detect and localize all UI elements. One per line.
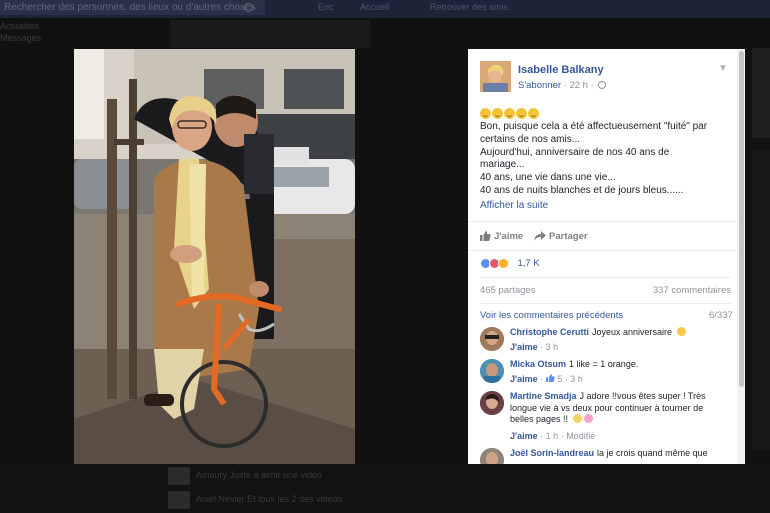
background-right-column bbox=[752, 150, 770, 450]
commenter-avatar[interactable] bbox=[480, 448, 504, 464]
background-feed-row: Aniel Nevier Et tous les 2 des videos bbox=[168, 489, 342, 509]
commenter-avatar[interactable] bbox=[480, 359, 504, 383]
comment-like-count[interactable]: 5 bbox=[557, 374, 562, 384]
divider bbox=[480, 277, 731, 278]
comment-body: Micka Otsum 1 like = 1 orange. bbox=[510, 359, 725, 371]
globe-icon bbox=[598, 81, 607, 89]
previous-comments-link[interactable]: Voir les commentaires précédents bbox=[480, 310, 623, 321]
post-meta: S'abonner · 22 h · bbox=[518, 80, 607, 91]
background-nav-friends: Retrouver des amis bbox=[430, 2, 509, 12]
background-left-menu: Actualités Messages bbox=[0, 20, 75, 44]
comment-item: Martine Smadja J adore !!vous êtes super … bbox=[480, 391, 731, 443]
commenter-name[interactable]: Micka Otsum bbox=[510, 359, 566, 369]
author-avatar[interactable] bbox=[480, 61, 511, 92]
like-button[interactable]: J'aime bbox=[480, 231, 523, 242]
post-body-line: 40 ans de nuits blanches et de jours ble… bbox=[480, 184, 684, 196]
comment-body: Martine Smadja J adore !!vous êtes super … bbox=[510, 391, 725, 426]
smiley-emoji-icon bbox=[516, 108, 527, 119]
background-search-input: Rechercher des personnes, des lieux ou d… bbox=[0, 0, 265, 15]
background-nav-home: Accueil bbox=[360, 2, 390, 12]
emoji-row bbox=[480, 106, 540, 119]
scrollbar-thumb[interactable] bbox=[739, 51, 744, 387]
comment-footer: J'aime · 1 h · Modifié bbox=[510, 431, 596, 441]
commenter-avatar[interactable] bbox=[480, 391, 504, 415]
facebook-photo-viewer: Rechercher des personnes, des lieux ou d… bbox=[0, 0, 770, 513]
smiley-emoji-icon bbox=[492, 108, 503, 119]
haha-reaction-icon bbox=[498, 258, 509, 270]
smiley-emoji-icon bbox=[504, 108, 515, 119]
share-arrow-icon bbox=[534, 231, 546, 241]
comment-body: Christophe Cerutti Joyeux anniversaire bbox=[510, 327, 725, 339]
background-nav-profile: Eric bbox=[318, 2, 334, 12]
post-time[interactable]: 22 h bbox=[569, 80, 588, 91]
background-left-item: Messages bbox=[0, 33, 42, 43]
avatar-portrait bbox=[480, 391, 504, 415]
post-body-line: Bon, puisque cela a été affectueusement … bbox=[480, 121, 708, 132]
background-feed-row: Amaury Juste a aimé une vidéo bbox=[168, 465, 322, 485]
avatar-portrait bbox=[480, 61, 511, 92]
smiley-emoji-icon bbox=[480, 108, 491, 119]
background-strip bbox=[170, 20, 370, 48]
chevron-down-icon[interactable]: ▼ bbox=[718, 63, 728, 74]
comment-like-link[interactable]: J'aime bbox=[510, 342, 538, 352]
comment-text: la je crois quand même que bbox=[597, 448, 708, 458]
panel-scrollbar[interactable] bbox=[737, 49, 745, 464]
shares-count[interactable]: 465 partages bbox=[480, 285, 535, 296]
commenter-name[interactable]: Joël Sorin-landreau bbox=[510, 448, 594, 458]
comments-count[interactable]: 337 commentaires bbox=[653, 285, 731, 296]
author-name[interactable]: Isabelle Balkany bbox=[518, 64, 604, 76]
comment-position: 6/337 bbox=[709, 310, 733, 321]
pink-heart-icon bbox=[583, 414, 593, 423]
comment-item: Christophe Cerutti Joyeux anniversaire J'… bbox=[480, 327, 731, 357]
commenter-name[interactable]: Christophe Cerutti bbox=[510, 327, 589, 337]
divider bbox=[480, 303, 731, 304]
background-right-column bbox=[752, 48, 770, 138]
reaction-count[interactable]: 1,7 K bbox=[517, 258, 539, 269]
smiley-emoji-icon bbox=[676, 327, 686, 336]
post-body-line: certains de nos amis... bbox=[480, 133, 581, 145]
post-body-line: 40 ans, une vie dans une vie... bbox=[480, 172, 616, 184]
comment-item: Joël Sorin-landreau la je crois quand mêm… bbox=[480, 448, 731, 464]
post-body-line: Aujourd'hui, anniversaire de nos 40 ans … bbox=[480, 146, 670, 158]
follow-link[interactable]: S'abonner bbox=[518, 80, 561, 91]
commenter-avatar[interactable] bbox=[480, 327, 504, 351]
avatar-portrait bbox=[480, 359, 504, 383]
comment-text: Joyeux anniversaire bbox=[592, 327, 673, 337]
thumbs-up-icon bbox=[480, 231, 491, 241]
comment-time[interactable]: 1 h bbox=[546, 431, 559, 441]
thumbs-up-icon bbox=[545, 374, 555, 382]
comment-item: Micka Otsum 1 like = 1 orange. J'aime · 5… bbox=[480, 359, 731, 389]
comment-like-link[interactable]: J'aime bbox=[510, 431, 538, 441]
share-button[interactable]: Partager bbox=[534, 231, 588, 242]
avatar-portrait bbox=[480, 327, 504, 351]
comment-time[interactable]: 3 h bbox=[570, 374, 583, 384]
post-photo[interactable] bbox=[74, 49, 355, 464]
comment-body: Joël Sorin-landreau la je crois quand mêm… bbox=[510, 448, 725, 460]
couple-photo-illustration bbox=[74, 49, 355, 464]
smiley-emoji-icon bbox=[528, 108, 539, 119]
comment-like-link[interactable]: J'aime bbox=[510, 374, 538, 384]
post-panel: Isabelle Balkany S'abonner · 22 h · ▼ Bo… bbox=[468, 49, 745, 464]
post-body-line: mariage... bbox=[480, 159, 525, 171]
background-left-item: Actualités bbox=[0, 21, 40, 31]
avatar-portrait bbox=[480, 448, 504, 464]
commenter-name[interactable]: Martine Smadja bbox=[510, 391, 577, 401]
reaction-summary[interactable]: 1,7 K bbox=[480, 255, 540, 270]
comment-footer: J'aime · 5 · 3 h bbox=[510, 374, 583, 384]
comment-time[interactable]: 3 h bbox=[546, 342, 559, 352]
post-stats: 465 partages 337 commentaires bbox=[480, 285, 731, 296]
comment-text: 1 like = 1 orange. bbox=[569, 359, 639, 369]
post-body: Bon, puisque cela a été affectueusement … bbox=[480, 121, 735, 198]
background-feed-bottom bbox=[0, 464, 770, 513]
see-more-link[interactable]: Afficher la suite bbox=[480, 200, 548, 211]
comment-footer: J'aime · 3 h bbox=[510, 342, 559, 352]
separator: · bbox=[590, 80, 597, 91]
post-actions-bar: J'aime Partager bbox=[468, 221, 737, 251]
search-icon bbox=[244, 3, 253, 12]
yellow-heart-icon bbox=[572, 414, 582, 423]
comment-modified[interactable]: Modifié bbox=[566, 431, 595, 441]
